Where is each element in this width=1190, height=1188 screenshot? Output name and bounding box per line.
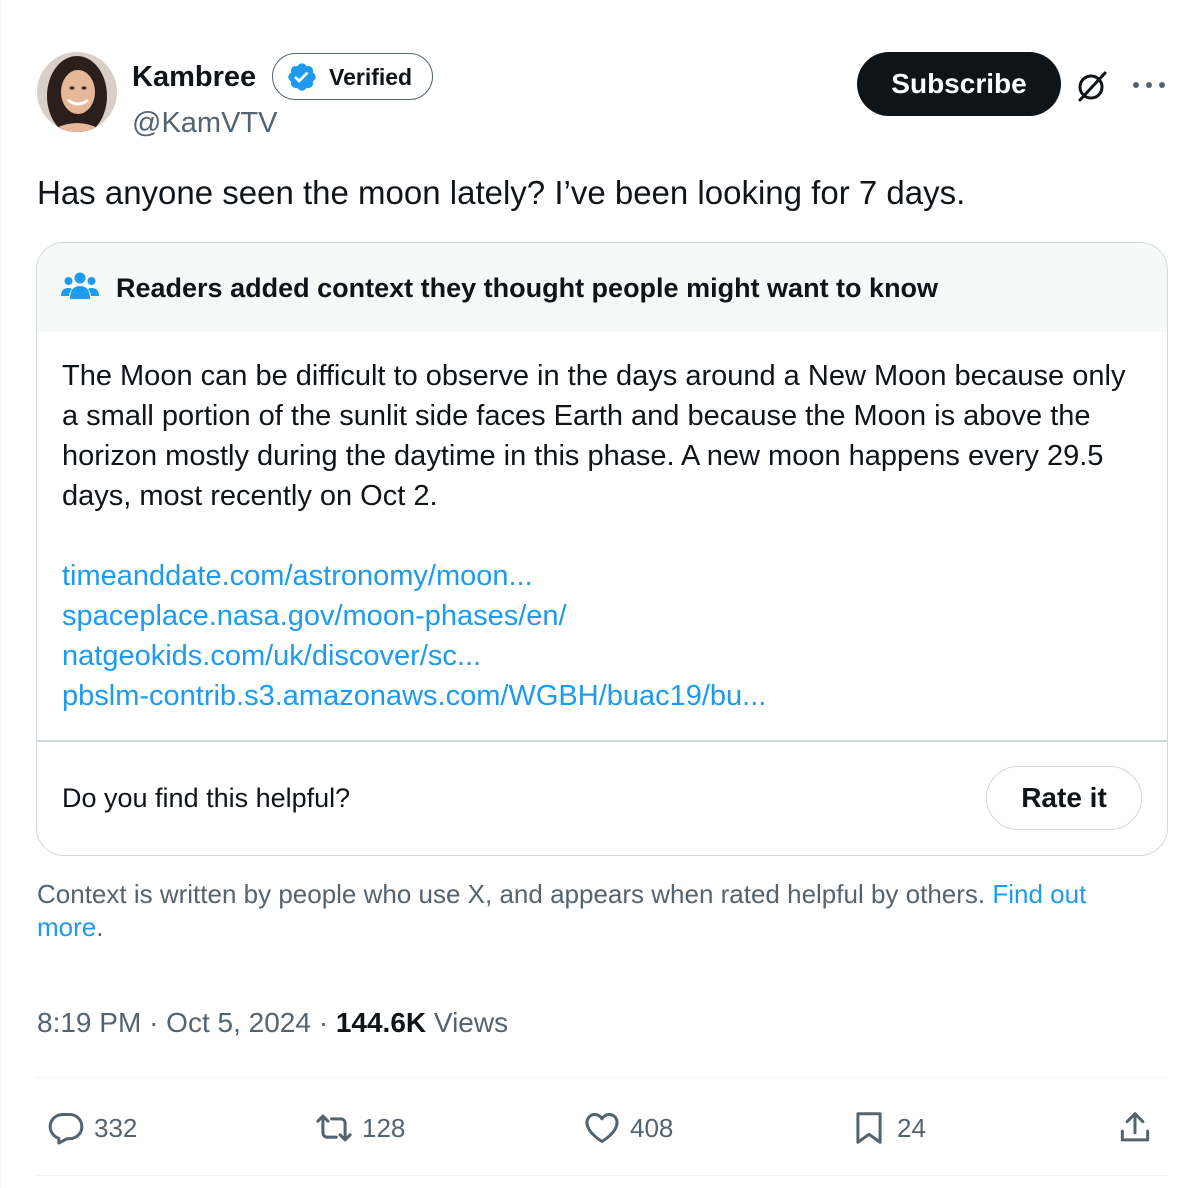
heart-icon [585, 1113, 619, 1143]
people-icon [61, 272, 99, 299]
repost-count: 128 [362, 1112, 406, 1143]
reply-button[interactable]: 332 [47, 1104, 137, 1152]
community-note-body: The Moon can be difficult to observe in … [62, 360, 1126, 512]
more-icon[interactable] [1129, 70, 1169, 100]
note-link[interactable]: pbslm-contrib.s3.amazonaws.com/WGBH/buac… [62, 676, 766, 716]
meta-separator: · [318, 1007, 329, 1038]
views-label: Views [433, 1007, 509, 1038]
share-icon [1120, 1112, 1150, 1142]
divider [37, 740, 1167, 742]
rate-it-button[interactable]: Rate it [986, 766, 1142, 830]
divider [36, 1175, 1168, 1176]
helpful-question: Do you find this helpful? [62, 783, 351, 813]
community-note: Readers added context they thought peopl… [36, 242, 1168, 856]
repost-icon [316, 1114, 352, 1142]
reply-count: 332 [94, 1112, 138, 1143]
verified-label: Verified [329, 64, 413, 90]
avatar-image [37, 52, 117, 132]
grok-icon[interactable] [1074, 68, 1110, 104]
note-link[interactable]: timeanddate.com/astronomy/moon... [62, 556, 766, 596]
note-link[interactable]: spaceplace.nasa.gov/moon-phases/en/ [62, 596, 766, 636]
tweet-date[interactable]: Oct 5, 2024 [166, 1007, 311, 1038]
bookmark-count: 24 [897, 1112, 926, 1143]
verified-badge-button[interactable]: Verified [272, 53, 433, 100]
tweet-detail: Kambree Verified @KamVTV Subscribe Has a… [0, 0, 1190, 1188]
like-count: 408 [630, 1112, 674, 1143]
tweet-meta: 8:19 PM · Oct 5, 2024 · 144.6K Views [37, 1006, 508, 1040]
tweet-time[interactable]: 8:19 PM [37, 1007, 141, 1038]
author-name[interactable]: Kambree [132, 60, 256, 94]
tweet-text: Has anyone seen the moon lately? I’ve be… [37, 174, 966, 211]
context-disclaimer-text: Context is written by people who use X, … [37, 879, 993, 909]
verified-check-icon [288, 63, 316, 91]
meta-separator: · [149, 1007, 159, 1038]
community-note-title: Readers added context they thought peopl… [116, 273, 939, 303]
context-disclaimer-suffix: . [96, 912, 104, 942]
note-link[interactable]: natgeokids.com/uk/discover/sc... [62, 636, 766, 676]
context-disclaimer: Context is written by people who use X, … [37, 878, 1147, 944]
views-count: 144.6K [335, 1007, 427, 1038]
divider [36, 1077, 1168, 1078]
like-button[interactable]: 408 [583, 1104, 673, 1152]
reply-icon [48, 1113, 84, 1145]
share-button[interactable] [1116, 1104, 1163, 1152]
avatar[interactable] [37, 52, 117, 132]
subscribe-button[interactable]: Subscribe [857, 52, 1061, 116]
author-handle[interactable]: @KamVTV [132, 106, 277, 140]
repost-button[interactable]: 128 [315, 1104, 405, 1152]
community-note-links: timeanddate.com/astronomy/moon... spacep… [62, 556, 766, 716]
bookmark-icon [856, 1112, 882, 1144]
bookmark-button[interactable]: 24 [850, 1104, 926, 1152]
community-note-header: Readers added context they thought peopl… [37, 243, 1167, 332]
